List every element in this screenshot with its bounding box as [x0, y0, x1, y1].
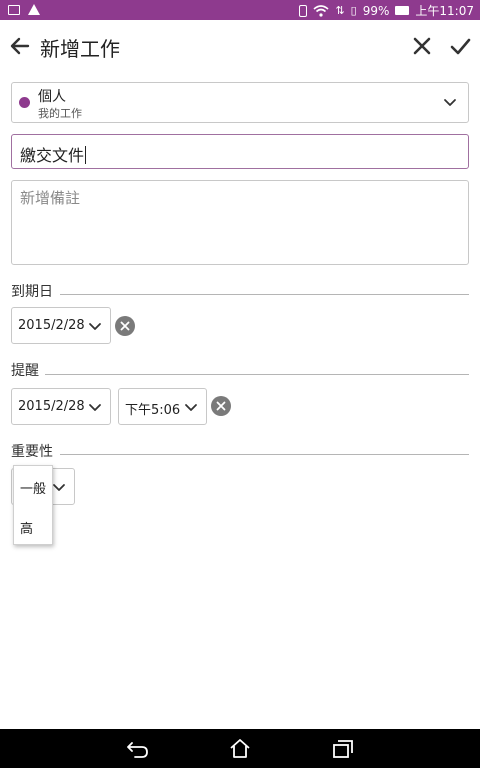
chevron-down-icon: [185, 404, 197, 411]
notebook-color-dot: [19, 97, 30, 108]
task-title-input[interactable]: 繳交文件: [11, 134, 469, 169]
clear-icon: [216, 401, 226, 411]
reminder-divider: [45, 374, 469, 375]
nav-home-icon[interactable]: [229, 737, 251, 759]
due-date-divider: [60, 294, 469, 295]
priority-divider: [60, 454, 469, 455]
warning-notification-icon: [28, 4, 40, 15]
page-title: 新增工作: [40, 37, 120, 61]
due-date-dropdown[interactable]: 2015/2/28: [11, 307, 111, 344]
app-bar: 新增工作: [0, 20, 480, 72]
vibrate-icon: [299, 4, 308, 17]
priority-option-label: 高: [20, 522, 34, 537]
battery-saver-icon: ▯: [350, 4, 357, 17]
status-bar: ⇅ ▯ 99% 上午11:07: [0, 0, 480, 20]
nav-back-icon[interactable]: [126, 739, 150, 759]
close-icon[interactable]: [408, 32, 436, 60]
battery-percent: 99%: [362, 3, 390, 18]
reminder-date-value: 2015/2/28: [18, 399, 85, 414]
priority-option-high[interactable]: 高: [14, 506, 52, 544]
wifi-icon: [313, 4, 329, 17]
clear-icon: [120, 321, 130, 331]
clear-due-date-button[interactable]: [115, 316, 135, 336]
reminder-time-value: 下午5:06: [125, 403, 181, 418]
due-date-label: 到期日: [11, 284, 53, 300]
clear-reminder-button[interactable]: [211, 396, 231, 416]
priority-option-label: 一般: [20, 482, 47, 497]
due-date-value: 2015/2/28: [18, 318, 85, 333]
chevron-down-icon: [53, 484, 65, 491]
notebook-name: 個人: [38, 89, 66, 105]
reminder-label: 提醒: [11, 363, 39, 379]
chevron-down-icon: [89, 323, 101, 330]
clock: 上午11:07: [415, 4, 474, 18]
nav-recents-icon[interactable]: [332, 739, 354, 759]
priority-options-menu: 一般 高: [13, 465, 53, 545]
reminder-date-dropdown[interactable]: 2015/2/28: [11, 388, 111, 425]
task-title-value: 繳交文件: [20, 146, 85, 165]
notes-field[interactable]: 新增備註: [11, 180, 469, 265]
chevron-down-icon: [89, 404, 101, 411]
notebook-section: 我的工作: [38, 107, 82, 120]
priority-option-normal[interactable]: 一般: [14, 466, 52, 504]
battery-icon: [395, 6, 410, 15]
chevron-down-icon: [444, 99, 456, 106]
notes-placeholder: 新增備註: [20, 189, 81, 207]
notebook-selector[interactable]: 個人 我的工作: [11, 82, 469, 123]
image-notification-icon: [8, 5, 20, 15]
priority-label: 重要性: [11, 444, 53, 460]
arrow-left-icon[interactable]: [6, 32, 34, 60]
reminder-time-dropdown[interactable]: 下午5:06: [118, 388, 207, 425]
check-icon[interactable]: [446, 32, 474, 60]
navigation-bar: [0, 729, 480, 768]
text-caret: [85, 146, 87, 164]
data-arrows-icon: ⇅: [335, 4, 345, 17]
